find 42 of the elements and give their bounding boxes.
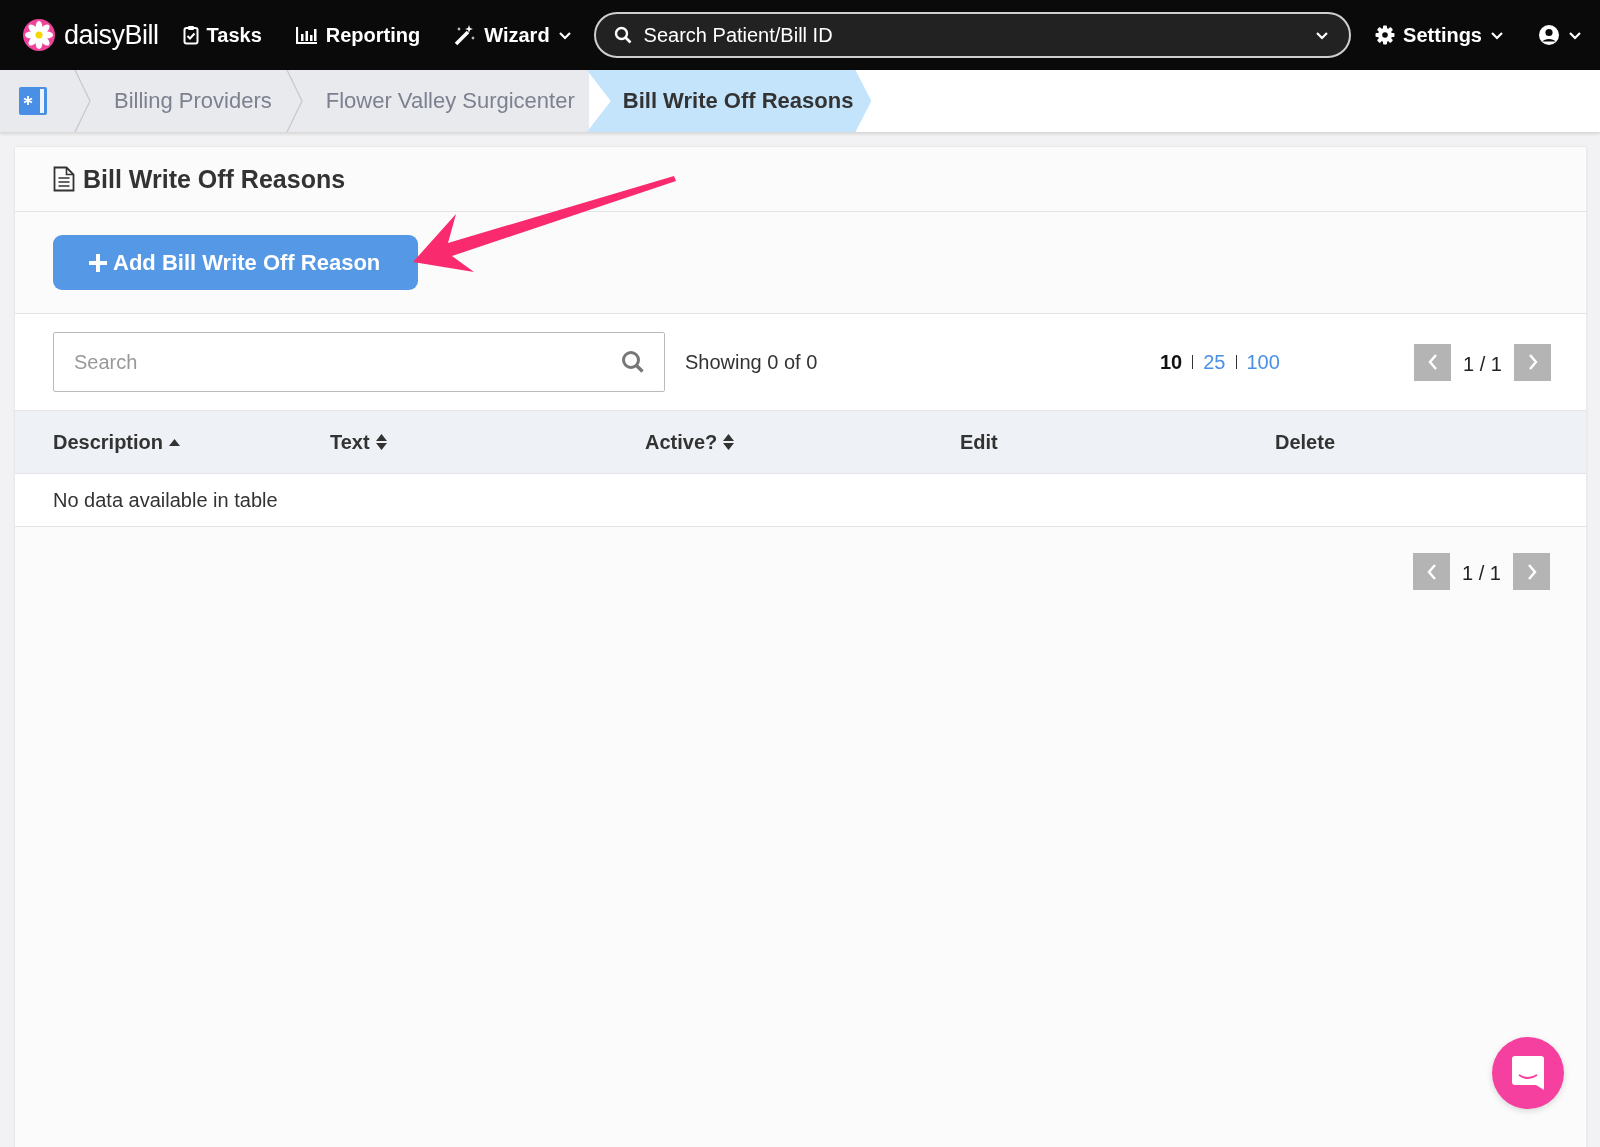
search-field[interactable]: Search [53,332,665,392]
next-page-button[interactable] [1513,553,1550,590]
user-avatar-icon [1538,24,1560,46]
page-indicator: 1 / 1 [1461,561,1502,585]
caret-icon [1568,30,1582,40]
chat-icon [1512,1056,1544,1090]
entries-count: Showing 0 of 0 [685,350,819,374]
previous-page-button[interactable] [1414,343,1451,381]
magic-wand-icon [454,24,477,46]
nav-link[interactable]: Tasks [182,23,262,47]
settings-icon [1375,25,1396,45]
chevron-left-icon [1426,353,1439,371]
column-header: Edit [960,430,998,454]
nav-link[interactable]: Reporting [295,23,421,47]
page-title: Bill Write Off Reasons [83,164,346,194]
chevron-right-icon [1526,353,1539,371]
next-page-button[interactable] [1514,343,1551,381]
breadcrumb-link[interactable]: Bill Write Off Reasons [586,70,872,132]
column-header[interactable]: Active? [645,430,718,454]
column-header: Delete [1275,430,1336,454]
empty-table-message: No data available in table [15,474,1586,527]
clipboard-check-icon [182,25,199,45]
column-header[interactable]: Text [330,430,370,454]
card-icon[interactable] [0,70,74,132]
settings-menu[interactable]: Settings [1375,23,1504,47]
page-indicator: 1 / 1 [1462,351,1503,376]
document-icon [53,166,75,192]
plus-icon [89,253,107,272]
page-size-link[interactable]: 10 [1160,350,1183,374]
bar-chart-icon [295,26,318,44]
search-icon [621,350,645,374]
column-header[interactable]: Description [53,430,164,454]
previous-page-button[interactable] [1413,553,1450,590]
search-field[interactable]: Search Patient/Bill ID [593,12,1352,58]
search-icon [613,26,632,44]
logo-icon [22,18,56,52]
user-menu[interactable] [1538,24,1582,46]
chevron-right-icon [1525,562,1538,581]
chevron-left-icon [1425,562,1438,581]
brand-name: daisyBill [64,19,159,51]
caret-icon [1315,31,1330,40]
nav-link[interactable]: Wizard [454,23,572,47]
